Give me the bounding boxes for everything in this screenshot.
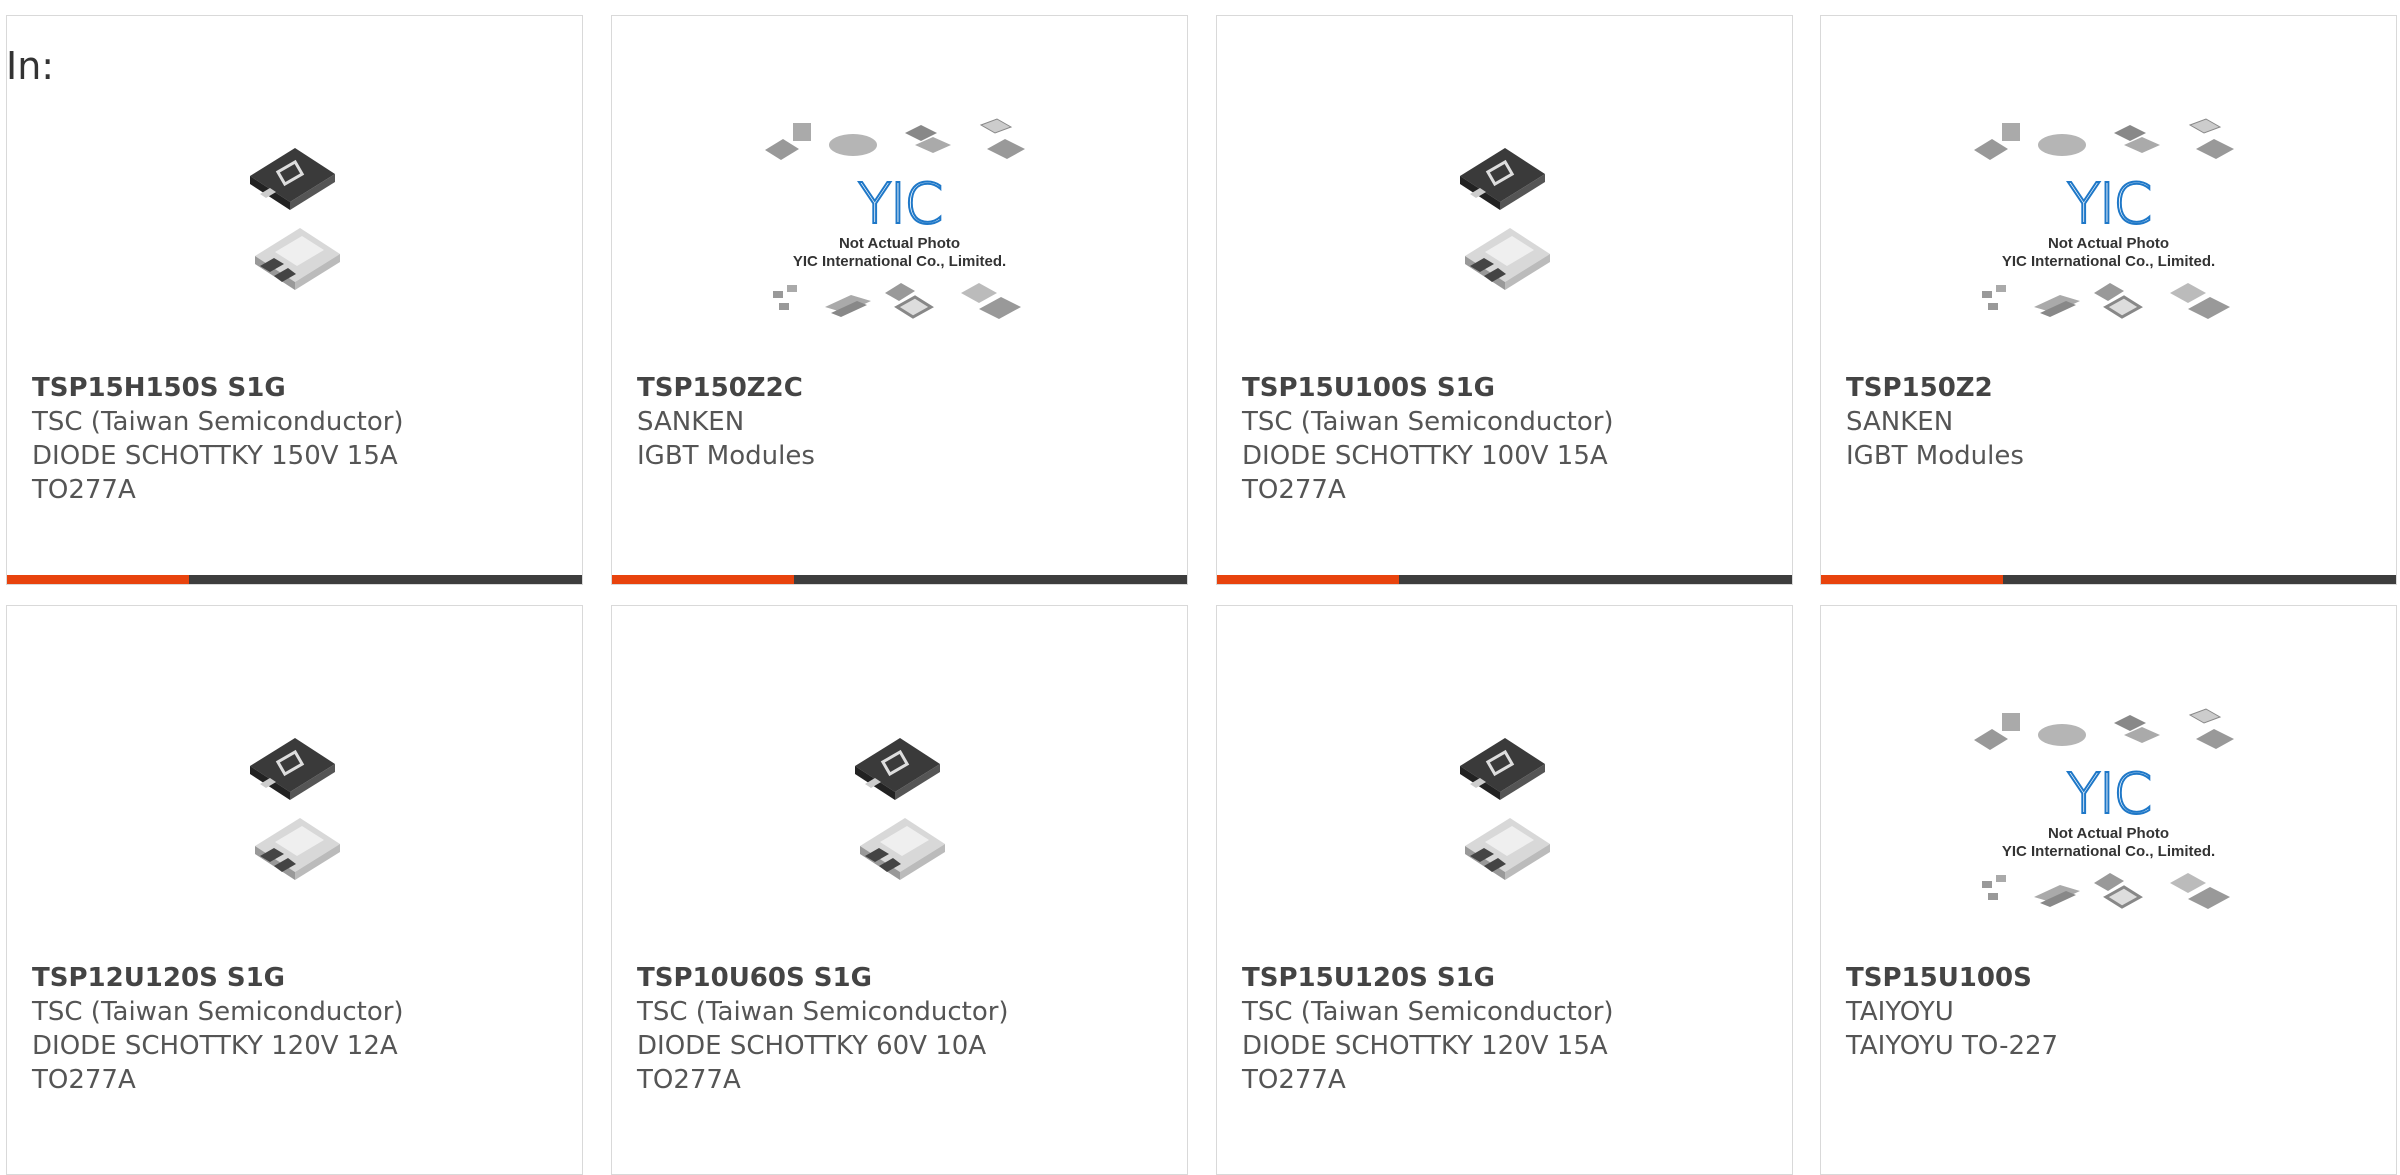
product-image[interactable] (1217, 691, 1792, 931)
product-description: IGBT Modules (1846, 441, 2024, 471)
placeholder-line2: YIC International Co., Limited. (2001, 843, 2216, 860)
product-card[interactable]: TSP10U60S S1G TSC (Taiwan Semiconductor) D… (611, 605, 1188, 1175)
product-image[interactable] (612, 691, 1187, 931)
product-image[interactable] (1217, 101, 1792, 341)
placeholder-line1: Not Actual Photo (2047, 825, 2170, 842)
section-label: In: (6, 44, 55, 88)
product-description: DIODE SCHOTTKY 100V 15A (1242, 441, 1608, 471)
card-bottom-bar (7, 575, 582, 584)
product-part-number[interactable]: TSP15U100S (1846, 961, 2386, 995)
product-manufacturer: SANKEN (1846, 407, 1954, 437)
card-accent-bar (7, 575, 189, 584)
product-part-number[interactable]: TSP150Z2C (637, 371, 1177, 405)
diode-package-image (854, 738, 945, 880)
product-card[interactable]: YIC Not Actual Photo YIC International C… (1820, 605, 2397, 1175)
product-description: DIODE SCHOTTKY 120V 15A (1242, 1031, 1608, 1061)
component-thumbnails-top (764, 118, 1025, 160)
product-part-number[interactable]: TSP15U100S S1G (1242, 371, 1782, 405)
product-card[interactable]: TSP15U120S S1G TSC (Taiwan Semiconductor)… (1216, 605, 1793, 1175)
product-info: TSP15U120S S1G TSC (Taiwan Semiconductor)… (1242, 961, 1782, 1097)
product-package: TO277A (1242, 475, 1346, 505)
card-accent-bar (612, 575, 794, 584)
product-part-number[interactable]: TSP150Z2 (1846, 371, 2386, 405)
diode-package-image (249, 738, 340, 880)
product-description: DIODE SCHOTTKY 60V 10A (637, 1031, 987, 1061)
product-description: DIODE SCHOTTKY 120V 12A (32, 1031, 398, 1061)
product-package: TO277A (32, 475, 136, 505)
product-info: TSP12U120S S1G TSC (Taiwan Semiconductor)… (32, 961, 572, 1097)
product-info: TSP15U100S S1G TSC (Taiwan Semiconductor)… (1242, 371, 1782, 507)
product-description: DIODE SCHOTTKY 150V 15A (32, 441, 398, 471)
card-accent-bar (1821, 575, 2003, 584)
product-card[interactable]: TSP15U100S S1G TSC (Taiwan Semiconductor)… (1216, 15, 1793, 585)
placeholder-photo: YIC Not Actual Photo YIC International C… (1973, 705, 2244, 917)
product-manufacturer: SANKEN (637, 407, 745, 437)
card-accent-bar (1217, 575, 1399, 584)
product-description: IGBT Modules (637, 441, 815, 471)
product-manufacturer: TSC (Taiwan Semiconductor) (32, 997, 404, 1027)
placeholder-line1: Not Actual Photo (2047, 235, 2170, 252)
product-image[interactable] (7, 691, 582, 931)
product-card[interactable]: TSP12U120S S1G TSC (Taiwan Semiconductor)… (6, 605, 583, 1175)
product-part-number[interactable]: TSP15U120S S1G (1242, 961, 1782, 995)
product-part-number[interactable]: TSP12U120S S1G (32, 961, 572, 995)
placeholder-photo: YIC Not Actual Photo YIC International C… (764, 115, 1035, 327)
product-card[interactable]: YIC Not Actual Photo YIC International C… (1820, 15, 2397, 585)
product-manufacturer: TSC (Taiwan Semiconductor) (637, 997, 1009, 1027)
product-description: TAIYOYU TO-227 (1846, 1031, 2059, 1061)
product-image[interactable] (7, 101, 582, 341)
product-info: TSP150Z2 SANKEN IGBT Modules (1846, 371, 2386, 473)
product-info: TSP15U100S TAIYOYU TAIYOYU TO-227 (1846, 961, 2386, 1063)
product-image[interactable]: YIC Not Actual Photo YIC International C… (1821, 101, 2396, 341)
component-thumbnails-bottom (1981, 873, 2230, 909)
yic-logo: YIC (857, 172, 945, 237)
component-thumbnails-top (1973, 708, 2234, 750)
yic-logo: YIC (2066, 172, 2154, 237)
product-package: TO277A (1242, 1065, 1346, 1095)
product-package: TO277A (32, 1065, 136, 1095)
diode-package-image (1459, 148, 1550, 290)
diode-package-image (249, 148, 340, 290)
component-thumbnails-top (1973, 118, 2234, 160)
diode-package-image (1459, 738, 1550, 880)
card-bottom-bar (1821, 575, 2396, 584)
product-image[interactable]: YIC Not Actual Photo YIC International C… (1821, 691, 2396, 931)
placeholder-line1: Not Actual Photo (838, 235, 961, 252)
card-bottom-bar (1217, 575, 1792, 584)
product-info: TSP10U60S S1G TSC (Taiwan Semiconductor) D… (637, 961, 1177, 1097)
product-manufacturer: TSC (Taiwan Semiconductor) (1242, 997, 1614, 1027)
card-bottom-bar (612, 575, 1187, 584)
product-manufacturer: TSC (Taiwan Semiconductor) (32, 407, 404, 437)
component-thumbnails-bottom (1981, 283, 2230, 319)
product-part-number[interactable]: TSP15H150S S1G (32, 371, 572, 405)
product-info: TSP15H150S S1G TSC (Taiwan Semiconductor)… (32, 371, 572, 507)
yic-logo: YIC (2066, 762, 2154, 827)
product-card[interactable]: YIC Not Actual Photo YIC International C… (611, 15, 1188, 585)
product-manufacturer: TSC (Taiwan Semiconductor) (1242, 407, 1614, 437)
product-part-number[interactable]: TSP10U60S S1G (637, 961, 1177, 995)
placeholder-photo: YIC Not Actual Photo YIC International C… (1973, 115, 2244, 327)
component-thumbnails-bottom (772, 283, 1021, 319)
product-card[interactable]: TSP15H150S S1G TSC (Taiwan Semiconductor)… (6, 15, 583, 585)
placeholder-line2: YIC International Co., Limited. (2001, 253, 2216, 270)
product-image[interactable]: YIC Not Actual Photo YIC International C… (612, 101, 1187, 341)
product-info: TSP150Z2C SANKEN IGBT Modules (637, 371, 1177, 473)
product-package: TO277A (637, 1065, 741, 1095)
placeholder-line2: YIC International Co., Limited. (792, 253, 1007, 270)
product-manufacturer: TAIYOYU (1846, 997, 1954, 1027)
